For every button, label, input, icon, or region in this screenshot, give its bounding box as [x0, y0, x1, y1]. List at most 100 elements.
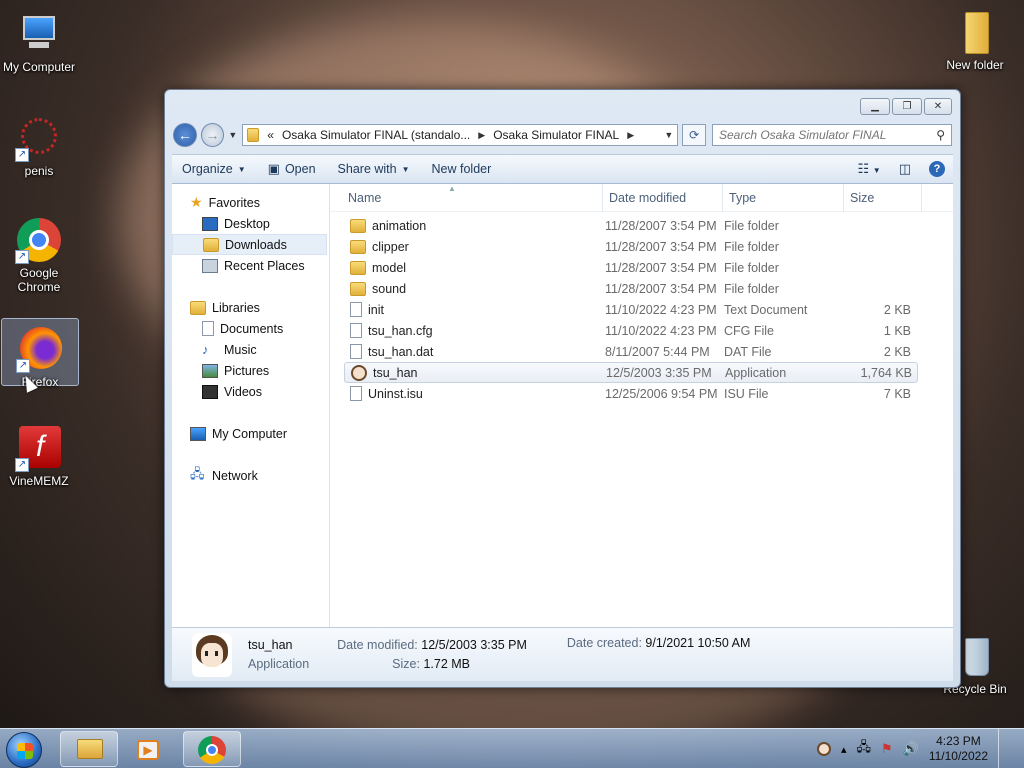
recent-pages-dropdown[interactable]: ▼ — [228, 130, 238, 140]
nav-videos[interactable]: Videos — [172, 381, 329, 402]
column-label: Type — [729, 190, 757, 205]
file-date: 11/28/2007 3:54 PM — [605, 218, 717, 233]
minimize-button[interactable]: ▁ — [860, 98, 890, 115]
nav-libraries[interactable]: Libraries — [172, 297, 329, 318]
address-dropdown-icon[interactable]: ▼ — [664, 130, 677, 140]
organize-label: Organize — [182, 162, 233, 176]
desktop-icon-vinememz[interactable]: f ↗ VineMEMZ — [0, 418, 78, 488]
nav-my-computer[interactable]: My Computer — [172, 423, 329, 444]
column-size[interactable]: Size — [844, 183, 922, 212]
nav-label: Videos — [224, 384, 262, 399]
volume-icon[interactable]: 🔊 — [903, 741, 919, 757]
breadcrumb-2[interactable]: Osaka Simulator FINAL — [493, 128, 619, 142]
desktop-icon-penis[interactable]: ↗ penis — [0, 108, 78, 178]
show-desktop-button[interactable] — [998, 729, 1010, 768]
column-type[interactable]: Type — [723, 183, 844, 212]
share-with-label: Share with — [337, 162, 397, 176]
new-folder-button[interactable]: New folder — [432, 162, 492, 176]
nav-favorites[interactable]: ★ Favorites — [172, 192, 329, 213]
file-row[interactable]: model 11/28/2007 3:54 PM File folder — [344, 257, 918, 278]
nav-recent-places[interactable]: Recent Places — [172, 255, 329, 276]
desktop-icon — [202, 216, 218, 231]
desktop-icon-chrome[interactable]: ↗ Google Chrome — [0, 210, 78, 294]
nav-music[interactable]: ♪ Music — [172, 339, 329, 360]
share-with-button[interactable]: Share with ▼ — [338, 162, 410, 176]
search-icon[interactable]: ⚲ — [936, 128, 945, 142]
nav-downloads[interactable]: Downloads — [172, 234, 327, 255]
back-button[interactable]: ← — [173, 123, 197, 147]
column-header-row: ▲ Name Date modified Type Size — [330, 183, 953, 212]
details-date-modified-label: Date modified: — [337, 638, 418, 652]
taskbar-explorer-button[interactable] — [60, 731, 118, 767]
start-button[interactable] — [6, 732, 42, 768]
breadcrumb-1[interactable]: Osaka Simulator FINAL (standalo... — [282, 128, 470, 142]
file-date: 12/5/2003 3:35 PM — [606, 365, 712, 380]
file-type: Text Document — [724, 302, 808, 317]
file-row[interactable]: tsu_han.cfg 11/10/2022 4:23 PM CFG File 1 K… — [344, 320, 918, 341]
command-bar: Organize ▼ ▣ Open Share with ▼ New folder ☷… — [172, 154, 953, 184]
file-date: 11/28/2007 3:54 PM — [605, 260, 717, 275]
address-overflow[interactable]: « — [267, 128, 274, 142]
details-date-created-label: Date created: — [566, 636, 642, 650]
content-area: ★ Favorites Desktop Downloads Recent Plac… — [172, 183, 953, 627]
file-name: init — [368, 302, 384, 317]
file-type: File folder — [724, 281, 779, 296]
search-input[interactable] — [718, 128, 937, 142]
show-hidden-icons-icon[interactable]: ▴ — [841, 743, 847, 756]
file-row[interactable]: clipper 11/28/2007 3:54 PM File folder — [344, 236, 918, 257]
chevron-down-icon: ▼ — [237, 164, 246, 174]
taskbar-media-player-button[interactable]: ▶ — [122, 731, 174, 767]
action-center-flag-icon[interactable]: ⚑ — [881, 741, 893, 757]
open-label: Open — [284, 162, 316, 176]
breadcrumb-arrow-icon[interactable]: ▶ — [627, 130, 634, 141]
desktop-icon-my-computer[interactable]: My Computer — [0, 4, 78, 74]
file-name: animation — [372, 218, 427, 233]
nav-documents[interactable]: Documents — [172, 318, 329, 339]
file-row[interactable]: init 11/10/2022 4:23 PM Text Document 2 KB — [344, 299, 918, 320]
organize-button[interactable]: Organize ▼ — [182, 162, 246, 176]
maximize-button[interactable]: ❐ — [892, 98, 922, 115]
file-type: DAT File — [724, 344, 772, 359]
computer-icon — [190, 426, 206, 441]
videos-icon — [202, 384, 218, 399]
forward-button[interactable]: → — [200, 123, 225, 147]
desktop-icon-firefox[interactable]: ↗ Firefox — [1, 318, 79, 389]
nav-label: Desktop — [224, 216, 270, 231]
desktop-icon-new-folder[interactable]: New folder — [936, 2, 1014, 72]
nav-desktop[interactable]: Desktop — [172, 213, 329, 234]
column-label: Size — [850, 190, 875, 205]
nav-label: My Computer — [212, 426, 288, 441]
nav-network[interactable]: 🖧 Network — [172, 465, 329, 486]
taskbar-chrome-button[interactable] — [183, 731, 241, 767]
address-bar[interactable]: « Osaka Simulator FINAL (standalo... ▶ O… — [242, 124, 679, 146]
clock[interactable]: 4:23 PM 11/10/2022 — [929, 734, 988, 764]
open-button[interactable]: ▣ Open — [268, 161, 316, 177]
network-icon: 🖧 — [190, 465, 205, 481]
column-date-modified[interactable]: Date modified — [603, 183, 723, 212]
libraries-icon — [190, 300, 206, 315]
file-row[interactable]: animation 11/28/2007 3:54 PM File folder — [344, 215, 918, 236]
details-size: 1.72 MB — [423, 657, 470, 671]
osaka-tray-icon[interactable] — [816, 742, 831, 756]
recent-places-icon — [202, 258, 218, 273]
file-type: Application — [725, 365, 787, 380]
refresh-button[interactable]: ⟳ — [682, 124, 706, 146]
file-row[interactable]: Uninst.isu 12/25/2006 9:54 PM ISU File 7 KB — [344, 383, 918, 404]
folder-icon — [350, 239, 366, 254]
file-row[interactable]: sound 11/28/2007 3:54 PM File folder — [344, 278, 918, 299]
view-options-icon[interactable]: ☷ ▼ — [858, 161, 881, 177]
column-name[interactable]: ▲ Name — [330, 183, 603, 212]
help-icon[interactable]: ? — [929, 161, 945, 177]
preview-pane-icon[interactable]: ◫ — [899, 161, 911, 177]
network-tray-icon[interactable]: 🖧 — [856, 738, 871, 760]
navigation-bar: ← → ▼ « Osaka Simulator FINAL (standalo.… — [173, 122, 952, 148]
folder-icon — [247, 128, 260, 142]
file-row-selected[interactable]: tsu_han 12/5/2003 3:35 PM Application 1,764… — [344, 362, 918, 383]
search-box[interactable]: ⚲ — [711, 124, 952, 146]
close-button[interactable]: ✕ — [924, 98, 952, 115]
file-row[interactable]: tsu_han.dat 8/11/2007 5:44 PM DAT File 2 KB — [344, 341, 918, 362]
nav-pictures[interactable]: Pictures — [172, 360, 329, 381]
file-icon — [350, 344, 362, 359]
breadcrumb-arrow-icon[interactable]: ▶ — [478, 130, 485, 141]
system-tray: ▴ 🖧 ⚑ 🔊 4:23 PM 11/10/2022 — [816, 729, 1024, 768]
